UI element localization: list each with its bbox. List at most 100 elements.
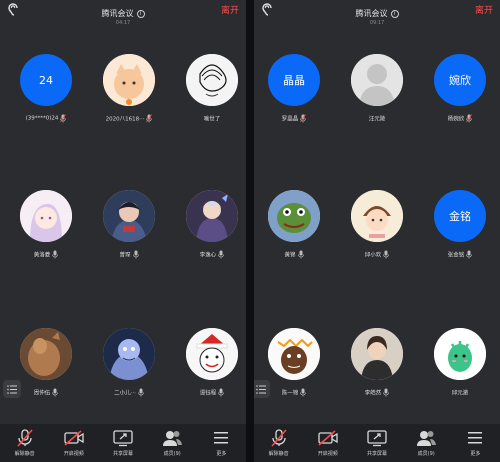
info-icon[interactable]: i: [390, 10, 399, 18]
members-button[interactable]: 成员(9): [402, 424, 451, 462]
unmute-label: 解除静音: [268, 451, 289, 457]
more-menu-icon: [214, 432, 229, 444]
participant-name: 黄洛菱: [33, 252, 51, 259]
mic-icon: [300, 388, 307, 397]
meeting-timer: 04:17: [115, 20, 131, 26]
avatar: 24: [20, 54, 72, 106]
mic-icon: [218, 250, 225, 259]
participant-tile[interactable]: 邱小欢: [337, 186, 417, 308]
start-video-button[interactable]: 开启视频: [303, 424, 352, 462]
list-icon: [7, 384, 17, 394]
share-screen-icon: [113, 430, 133, 447]
avatar: [103, 54, 155, 106]
mic-icon: [297, 250, 304, 259]
mic-icon: [383, 250, 390, 259]
participant-name: 周仲伍: [33, 390, 51, 397]
participant-name: 邱元澈: [451, 390, 469, 397]
unmute-button[interactable]: 解除静音: [254, 424, 303, 462]
members-button[interactable]: 成员(9): [148, 424, 197, 462]
start-video-button[interactable]: 开启视频: [49, 424, 98, 462]
share-screen-label: 共享屏幕: [367, 451, 388, 457]
mic-muted-icon: [146, 114, 153, 123]
avatar: [268, 190, 320, 242]
video-off-icon: [318, 430, 338, 446]
participant-name: 邱小欢: [364, 252, 382, 259]
avatar: [186, 54, 238, 106]
participant-tile[interactable]: 24 (39****0)24: [6, 50, 86, 172]
participant-tile[interactable]: 黄洛菱: [6, 186, 86, 308]
more-menu-icon: [468, 432, 483, 444]
avatar: [20, 328, 72, 380]
list-icon: [256, 384, 266, 394]
share-screen-label: 共享屏幕: [113, 451, 134, 457]
leave-button[interactable]: 离开: [475, 3, 493, 16]
unmute-button[interactable]: 解除静音: [0, 424, 49, 462]
participant-tile[interactable]: 晶晶 罗晶晶: [254, 50, 334, 172]
avatar: [434, 328, 486, 380]
video-off-icon: [64, 430, 84, 446]
bottom-toolbar: 解除静音 开启视频 共享屏幕 成员(9) 更多: [0, 424, 246, 462]
participant-tile[interactable]: 喻世了: [172, 50, 246, 172]
participant-name: 李皓然: [364, 390, 382, 397]
mic-icon: [52, 388, 59, 397]
start-video-label: 开启视频: [63, 451, 84, 457]
meeting-timer: 09:17: [369, 20, 385, 26]
participant-tile[interactable]: 婉欣 杨婉欣: [420, 50, 500, 172]
members-label: 成员(9): [417, 451, 435, 457]
more-label: 更多: [470, 451, 481, 457]
mic-icon: [138, 388, 144, 397]
participant-name: (39****0)24: [25, 115, 59, 122]
participant-tile[interactable]: 汪元陵: [337, 50, 417, 172]
participant-tile[interactable]: 2020八1618···: [89, 50, 169, 172]
meeting-window-left: 腾讯会议 i 04:17 离开 24 (39****0)24 2020八1618·…: [0, 0, 246, 462]
more-button[interactable]: 更多: [197, 424, 246, 462]
members-icon: [417, 431, 437, 446]
participant-name: 罗晶晶: [281, 116, 299, 123]
participant-tile[interactable]: 金铭 张金铭: [420, 186, 500, 308]
meeting-window-right: 腾讯会议 i 09:17 离开 晶晶 罗晶晶 汪元陵 婉欣 杨婉欣 黄锦 邱小欢 …: [254, 0, 500, 462]
participant-name: 李逸心: [199, 252, 217, 259]
mic-off-icon: [271, 429, 287, 447]
members-label: 成员(9): [163, 451, 181, 457]
member-list-button[interactable]: [254, 380, 270, 398]
participant-name: 二小儿···: [114, 390, 136, 397]
top-bar: 腾讯会议 i 09:17 离开: [254, 0, 500, 26]
avatar: [351, 328, 403, 380]
mic-icon: [383, 388, 390, 397]
more-label: 更多: [216, 451, 227, 457]
participant-name: 2020八1618···: [105, 116, 145, 123]
bottom-toolbar: 解除静音 开启视频 共享屏幕 成员(9) 更多: [254, 424, 500, 462]
mic-muted-icon: [466, 114, 473, 123]
avatar: [103, 190, 155, 242]
participant-tile[interactable]: 曾琛: [89, 186, 169, 308]
avatar: 晶晶: [268, 54, 320, 106]
avatar: 金铭: [434, 190, 486, 242]
share-screen-button[interactable]: 共享屏幕: [98, 424, 147, 462]
mic-icon: [218, 388, 225, 397]
participant-tile[interactable]: 黄锦: [254, 186, 334, 308]
avatar: [351, 190, 403, 242]
top-bar: 腾讯会议 i 04:17 离开: [0, 0, 246, 26]
mic-muted-icon: [300, 114, 307, 123]
mic-muted-icon: [60, 114, 67, 123]
avatar: [186, 190, 238, 242]
avatar: 婉欣: [434, 54, 486, 106]
unmute-label: 解除静音: [14, 451, 35, 457]
participant-name: 汪元陵: [368, 116, 386, 123]
meeting-title: 腾讯会议: [355, 9, 388, 18]
avatar: [20, 190, 72, 242]
participant-name: 张金铭: [447, 252, 465, 259]
info-icon[interactable]: i: [136, 10, 145, 18]
leave-button[interactable]: 离开: [221, 3, 239, 16]
participant-tile[interactable]: 李逸心: [172, 186, 246, 308]
member-list-button[interactable]: [3, 380, 21, 398]
share-screen-icon: [367, 430, 387, 447]
participant-name: 黄锦: [284, 252, 296, 259]
more-button[interactable]: 更多: [451, 424, 500, 462]
avatar: [186, 328, 238, 380]
meeting-title: 腾讯会议: [101, 9, 134, 18]
share-screen-button[interactable]: 共享屏幕: [352, 424, 401, 462]
participant-name: 喻世了: [203, 116, 221, 123]
mic-icon: [132, 250, 139, 259]
participant-name: 谭钰程: [199, 390, 217, 397]
